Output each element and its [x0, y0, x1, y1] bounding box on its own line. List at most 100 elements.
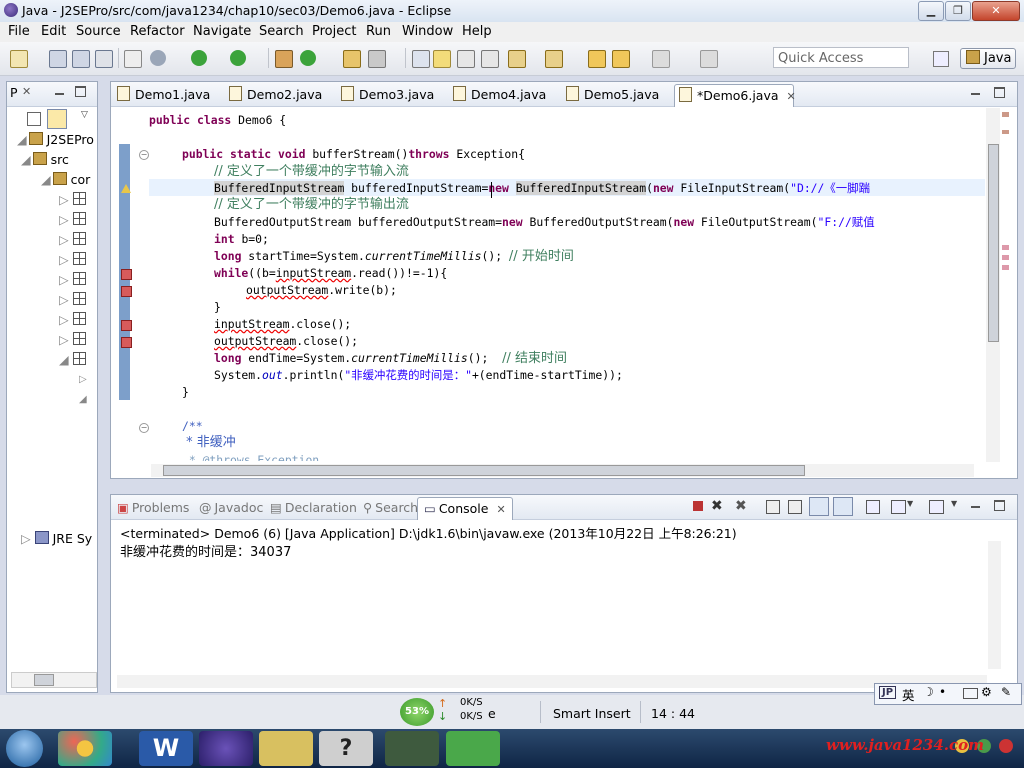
chevron-down-icon[interactable]: ◢ [79, 394, 87, 405]
tree-subpackage[interactable]: ▷ [59, 190, 86, 210]
tab-demo1[interactable]: Demo1.java [117, 84, 210, 106]
chevron-right-icon[interactable]: ▷ [59, 312, 69, 327]
chevron-right-icon[interactable]: ▷ [59, 332, 69, 347]
vertical-scrollbar[interactable] [986, 108, 1000, 462]
tree-subpackage[interactable]: ▷ [59, 310, 86, 330]
tab-demo3[interactable]: Demo3.java [341, 84, 434, 106]
close-button[interactable]: ✕ [972, 1, 1020, 21]
error-marker-icon[interactable] [121, 320, 132, 331]
terminate-icon[interactable] [693, 501, 703, 511]
back-icon[interactable] [612, 50, 630, 68]
tab-demo2[interactable]: Demo2.java [229, 84, 322, 106]
tab-problems[interactable]: ▣ Problems [117, 497, 189, 519]
print-icon[interactable] [95, 50, 113, 68]
save-all-icon[interactable] [72, 50, 90, 68]
highlight-icon[interactable] [433, 50, 451, 68]
prev-annotation-icon[interactable] [545, 50, 563, 68]
maximize-panel-icon[interactable] [994, 500, 1005, 511]
tree-subpackage[interactable]: ▷ [59, 230, 86, 250]
console-output[interactable]: 非缓冲花费的时间是：34037 [120, 541, 291, 560]
console-scrollbar[interactable] [988, 541, 1001, 669]
tree-jre[interactable]: ▷ JRE Sy [21, 529, 92, 549]
close-tab-icon[interactable]: ✕ [787, 90, 796, 103]
link-with-editor-icon[interactable] [47, 109, 67, 129]
toggle-mark-icon[interactable] [412, 50, 430, 68]
tab-demo5[interactable]: Demo5.java [566, 84, 659, 106]
package-explorer-tab[interactable]: P [10, 85, 18, 100]
overview-ruler-marker[interactable] [1002, 265, 1009, 270]
show-whitespace-icon[interactable] [481, 50, 499, 68]
forward-icon[interactable] [652, 50, 670, 68]
warning-marker-icon[interactable] [121, 184, 131, 193]
clear-console-icon[interactable] [766, 500, 780, 514]
horizontal-scrollbar[interactable] [11, 672, 97, 688]
minimize-panel-icon[interactable] [971, 505, 980, 508]
tab-console[interactable]: ▭ Console ✕ [417, 497, 513, 520]
tree-subpackage[interactable]: ▷ [59, 270, 86, 290]
fold-toggle-icon[interactable]: − [139, 150, 149, 160]
chevron-right-icon[interactable]: ▷ [59, 252, 69, 267]
chevron-right-icon[interactable]: ▷ [59, 272, 69, 287]
maximize-view-icon[interactable] [75, 86, 86, 97]
save-icon[interactable] [49, 50, 67, 68]
network-speed-widget[interactable]: 53% [400, 698, 434, 726]
new-class-icon[interactable] [300, 50, 316, 66]
taskbar-terminal-icon[interactable] [385, 731, 439, 766]
ime-toolbar[interactable]: JP 英 ☽ • ⚙ ✎ [874, 683, 1022, 705]
tab-declaration[interactable]: ▤ Declaration [270, 497, 357, 519]
menu-source[interactable]: Source [76, 24, 121, 39]
taskbar-wps-icon[interactable]: W [139, 731, 193, 766]
menu-help[interactable]: Help [462, 24, 492, 39]
chevron-right-icon[interactable]: ▷ [59, 192, 69, 207]
menu-search[interactable]: Search [259, 24, 304, 39]
overview-ruler-marker[interactable] [1002, 245, 1009, 250]
debug-icon[interactable] [150, 50, 166, 66]
console-horizontal-scrollbar[interactable] [117, 675, 987, 688]
display-console-icon[interactable] [891, 500, 906, 514]
menu-navigate[interactable]: Navigate [193, 24, 251, 39]
taskbar-recorder-icon[interactable] [446, 731, 500, 766]
quick-access-input[interactable]: Quick Access [773, 47, 909, 68]
collapse-all-icon[interactable] [27, 112, 41, 126]
menu-project[interactable]: Project [312, 24, 356, 39]
remove-launch-icon[interactable]: ✖ [711, 498, 723, 514]
source-code[interactable]: public class Demo6 { public static void … [111, 82, 1017, 461]
menu-window[interactable]: Window [402, 24, 453, 39]
run-icon[interactable] [191, 50, 207, 66]
taskbar-explorer-icon[interactable] [259, 731, 313, 766]
show-on-error-icon[interactable] [833, 497, 853, 516]
menu-file[interactable]: File [8, 24, 30, 39]
chevron-down-icon[interactable]: ◢ [59, 352, 69, 367]
chevron-right-icon[interactable]: ▷ [59, 212, 69, 227]
tab-javadoc[interactable]: @ Javadoc [199, 497, 263, 519]
search-tool-icon[interactable] [368, 50, 386, 68]
new-icon[interactable] [10, 50, 28, 68]
tree-subpackage[interactable]: ▷ [59, 330, 86, 350]
minimize-button[interactable]: ▁ [918, 1, 944, 21]
maximize-editor-icon[interactable] [994, 87, 1005, 98]
overview-ruler-marker[interactable] [1002, 112, 1009, 117]
ime-settings-icon[interactable]: ⚙ [981, 685, 992, 699]
close-view-icon[interactable]: ✕ [22, 85, 31, 98]
taskbar-eclipse-icon[interactable] [199, 731, 253, 766]
ime-punct-icon[interactable]: • [939, 685, 946, 699]
ime-keyboard-icon[interactable] [963, 688, 978, 699]
editor-horizontal-scrollbar[interactable] [151, 464, 974, 477]
open-perspective-icon[interactable] [933, 51, 949, 67]
error-marker-icon[interactable] [121, 337, 132, 348]
chevron-down-icon[interactable]: ▼ [951, 499, 957, 508]
ime-moon-icon[interactable]: ☽ [923, 685, 934, 699]
tree-project[interactable]: ◢ J2SEPro [17, 130, 94, 150]
tree-subpackage[interactable]: ▷ [59, 290, 86, 310]
chevron-right-icon[interactable]: ▷ [59, 292, 69, 307]
overview-ruler-marker[interactable] [1002, 130, 1009, 134]
open-console-icon[interactable] [929, 500, 944, 514]
tree-subpackage[interactable]: ◢ [59, 350, 86, 370]
taskbar-app-icon[interactable] [58, 731, 112, 766]
last-edit-icon[interactable] [588, 50, 606, 68]
open-type-icon[interactable] [343, 50, 361, 68]
scroll-lock-icon[interactable] [788, 500, 802, 514]
tab-demo4[interactable]: Demo4.java [453, 84, 546, 106]
java-perspective-button[interactable]: Java [960, 48, 1016, 69]
remove-all-icon[interactable]: ✖ [735, 498, 747, 514]
